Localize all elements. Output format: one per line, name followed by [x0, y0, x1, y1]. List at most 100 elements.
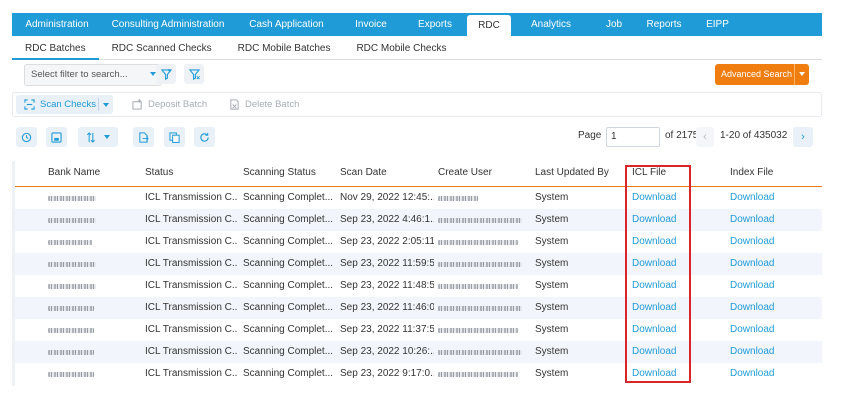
- tab-exports[interactable]: Exports: [403, 13, 467, 36]
- icl-file-download-link[interactable]: Download: [632, 363, 676, 385]
- prev-page-button[interactable]: ‹: [696, 127, 714, 147]
- index-file-download-link[interactable]: Download: [730, 209, 774, 231]
- advanced-search-label: Advanced Search: [721, 69, 793, 79]
- tab-analytics[interactable]: Analytics: [511, 13, 591, 36]
- icl-file-download-link[interactable]: Download: [632, 297, 676, 319]
- sort-button[interactable]: [78, 127, 118, 147]
- bank-name-cell: [48, 341, 94, 364]
- index-file-download-link[interactable]: Download: [730, 297, 774, 319]
- scan-checks-button[interactable]: Scan Checks: [16, 95, 113, 114]
- create-user-cell: [438, 253, 522, 276]
- subtab-rdc-mobile-checks[interactable]: RDC Mobile Checks: [343, 38, 459, 60]
- subtab-rdc-scanned-checks[interactable]: RDC Scanned Checks: [99, 38, 225, 60]
- redacted-text: [48, 196, 96, 201]
- tab-consulting-administration[interactable]: Consulting Administration: [102, 13, 234, 36]
- last-updated-by-cell: System: [535, 302, 569, 313]
- redacted-text: [438, 284, 518, 289]
- scanning-status-cell: Scanning Complet...: [243, 346, 334, 357]
- history-button[interactable]: [16, 127, 37, 147]
- table-row[interactable]: ICL Transmission C... Scanning Complet...…: [12, 275, 822, 297]
- bank-name-cell: [48, 253, 96, 276]
- tab-invoice[interactable]: Invoice: [339, 13, 403, 36]
- scanning-status-cell: Scanning Complet...: [243, 258, 334, 269]
- export-button[interactable]: [133, 127, 154, 147]
- tab-rdc[interactable]: RDC: [467, 15, 511, 36]
- page-number-input[interactable]: 1: [606, 127, 660, 147]
- column-header-scanning-status[interactable]: Scanning Status: [243, 167, 316, 178]
- refresh-button[interactable]: [194, 127, 215, 147]
- export-icon: [139, 131, 149, 143]
- icl-file-download-link[interactable]: Download: [632, 187, 676, 209]
- icl-file-download-link[interactable]: Download: [632, 209, 676, 231]
- tab-administration[interactable]: Administration: [12, 13, 102, 36]
- table-row[interactable]: ICL Transmission C... Scanning Complet...…: [12, 297, 822, 319]
- icl-file-download-link[interactable]: Download: [632, 253, 676, 275]
- scan-checks-label: Scan Checks: [40, 99, 96, 110]
- redacted-text: [438, 262, 522, 267]
- index-file-download-link[interactable]: Download: [730, 253, 774, 275]
- index-file-download-link[interactable]: Download: [730, 319, 774, 341]
- pager-total-records: of 435032: [742, 130, 788, 141]
- scanning-status-cell: Scanning Complet...: [243, 324, 334, 335]
- split-divider: [98, 98, 99, 111]
- column-header-last-updated-by[interactable]: Last Updated By: [535, 167, 609, 178]
- last-updated-by-cell: System: [535, 280, 569, 291]
- redacted-text: [48, 262, 96, 267]
- table-row[interactable]: ICL Transmission C... Scanning Complet...…: [12, 319, 822, 341]
- filter-placeholder: Select filter to search...: [31, 69, 128, 80]
- sub-tabs: RDC Batches RDC Scanned Checks RDC Mobile …: [12, 38, 822, 60]
- last-updated-by-cell: System: [535, 346, 569, 357]
- icl-file-download-link[interactable]: Download: [632, 319, 676, 341]
- delete-icon: [230, 99, 239, 110]
- chevron-down-icon[interactable]: [103, 103, 109, 107]
- subtab-rdc-mobile-batches[interactable]: RDC Mobile Batches: [225, 38, 344, 60]
- bank-name-cell: [48, 297, 94, 320]
- column-header-bank-name[interactable]: Bank Name: [48, 167, 100, 178]
- table-row[interactable]: ICL Transmission C... Scanning Complet...…: [12, 231, 822, 253]
- index-file-download-link[interactable]: Download: [730, 275, 774, 297]
- index-file-download-link[interactable]: Download: [730, 363, 774, 385]
- bank-name-cell: [48, 275, 96, 298]
- table-row[interactable]: ICL Transmission C... Scanning Complet...…: [12, 253, 822, 275]
- index-file-download-link[interactable]: Download: [730, 341, 774, 363]
- table-row[interactable]: ICL Transmission C... Scanning Complet...…: [12, 363, 822, 385]
- bank-name-cell: [48, 187, 96, 210]
- tab-reports[interactable]: Reports: [637, 13, 691, 36]
- icl-file-download-link[interactable]: Download: [632, 231, 676, 253]
- tab-cash-application[interactable]: Cash Application: [234, 13, 339, 36]
- copy-button[interactable]: [164, 127, 185, 147]
- column-header-create-user[interactable]: Create User: [438, 167, 492, 178]
- column-header-index-file[interactable]: Index File: [730, 167, 773, 178]
- index-file-download-link[interactable]: Download: [730, 187, 774, 209]
- save-button[interactable]: [46, 127, 67, 147]
- scanning-status-cell: Scanning Complet...: [243, 236, 334, 247]
- table-left-edge: [12, 161, 15, 386]
- filter-select[interactable]: Select filter to search...: [24, 64, 162, 86]
- status-cell: ICL Transmission C...: [145, 192, 237, 203]
- column-header-status[interactable]: Status: [145, 167, 173, 178]
- scan-date-cell: Sep 23, 2022 2:05:11...: [340, 236, 434, 247]
- advanced-search-dropdown[interactable]: [794, 64, 809, 85]
- status-cell: ICL Transmission C...: [145, 214, 237, 225]
- subtab-rdc-batches[interactable]: RDC Batches: [12, 38, 99, 60]
- tab-job[interactable]: Job: [591, 13, 637, 36]
- table-row[interactable]: ICL Transmission C... Scanning Complet...…: [12, 341, 822, 363]
- filter-add-button[interactable]: [156, 64, 176, 84]
- tab-eipp[interactable]: EIPP: [691, 13, 744, 36]
- redacted-text: [438, 218, 522, 223]
- action-bar: Scan Checks Deposit Batch Delete Batch: [12, 92, 822, 117]
- index-file-download-link[interactable]: Download: [730, 231, 774, 253]
- create-user-cell: [438, 187, 478, 210]
- table-row[interactable]: ICL Transmission C... Scanning Complet...…: [12, 187, 822, 209]
- filter-clear-button[interactable]: [184, 64, 204, 84]
- column-header-scan-date[interactable]: Scan Date: [340, 167, 387, 178]
- advanced-search-button[interactable]: Advanced Search: [715, 64, 809, 85]
- column-header-icl-file[interactable]: ICL File: [632, 167, 666, 178]
- next-page-button[interactable]: ›: [793, 127, 813, 147]
- icl-file-download-link[interactable]: Download: [632, 341, 676, 363]
- deposit-batch-label: Deposit Batch: [148, 99, 208, 110]
- icl-file-download-link[interactable]: Download: [632, 275, 676, 297]
- redacted-text: [48, 350, 94, 355]
- redacted-text: [438, 372, 518, 377]
- table-row[interactable]: ICL Transmission C... Scanning Complet...…: [12, 209, 822, 231]
